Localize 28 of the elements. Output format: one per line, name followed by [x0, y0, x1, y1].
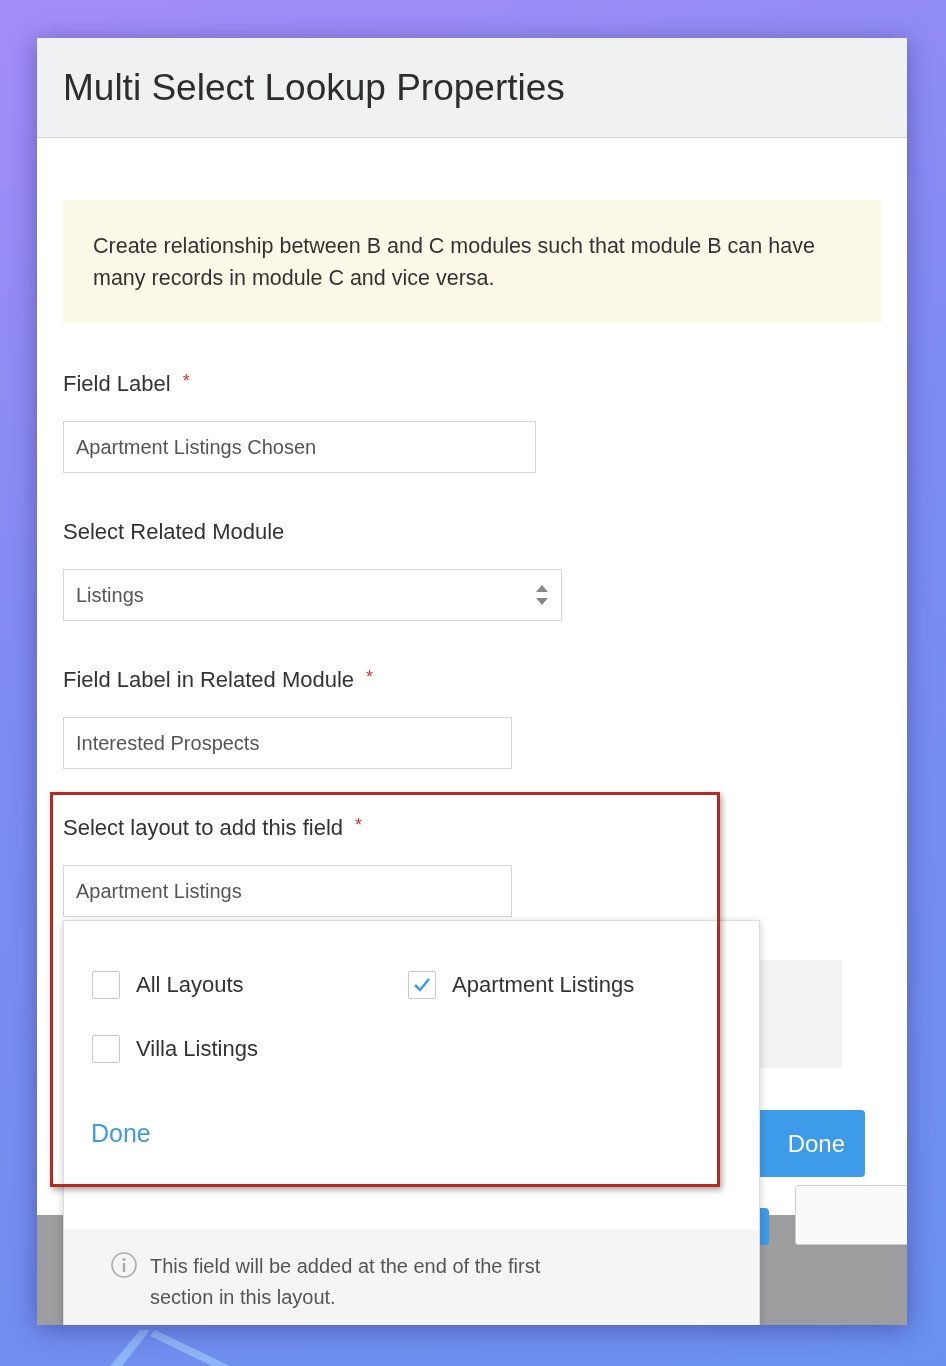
- checkbox-label: All Layouts: [136, 972, 244, 998]
- checkbox[interactable]: [92, 971, 120, 999]
- check-icon: [412, 976, 432, 994]
- checkbox[interactable]: [408, 971, 436, 999]
- field-label: Field Label in Related Module: [63, 667, 355, 693]
- input-field[interactable]: Apartment Listings: [63, 865, 512, 917]
- dialog-title: Multi Select Lookup Properties: [63, 66, 565, 109]
- info-text: This field will be added at the end of the first section in this layout.: [150, 1254, 542, 1310]
- field-label: Field Label: [63, 371, 171, 397]
- checkbox-label: Apartment Listings: [452, 972, 635, 998]
- field-label: Select Related Module: [63, 519, 285, 545]
- sort-arrows-icon: [535, 583, 549, 607]
- field-value: Apartment Listings: [76, 879, 242, 903]
- field-value: Apartment Listings Chosen: [76, 435, 317, 459]
- outline-button[interactable]: [795, 1185, 907, 1245]
- input-field[interactable]: Interested Prospects: [63, 717, 512, 769]
- field-value: Interested Prospects: [76, 731, 260, 755]
- required-mark: *: [182, 371, 190, 392]
- select-value: Listings: [76, 583, 144, 607]
- field-label: Select layout to add this field: [63, 815, 344, 841]
- input-field[interactable]: Apartment Listings Chosen: [63, 421, 536, 473]
- info-icon: [110, 1251, 138, 1279]
- checkbox-label: Villa Listings: [136, 1036, 258, 1062]
- required-mark: *: [355, 815, 363, 836]
- required-mark: *: [366, 667, 374, 688]
- select-field[interactable]: Listings: [63, 569, 562, 621]
- checkbox[interactable]: [92, 1035, 120, 1063]
- info-notice: Create relationship between B and C modules such that module B can have many records in module C and vice versa.: [63, 200, 881, 323]
